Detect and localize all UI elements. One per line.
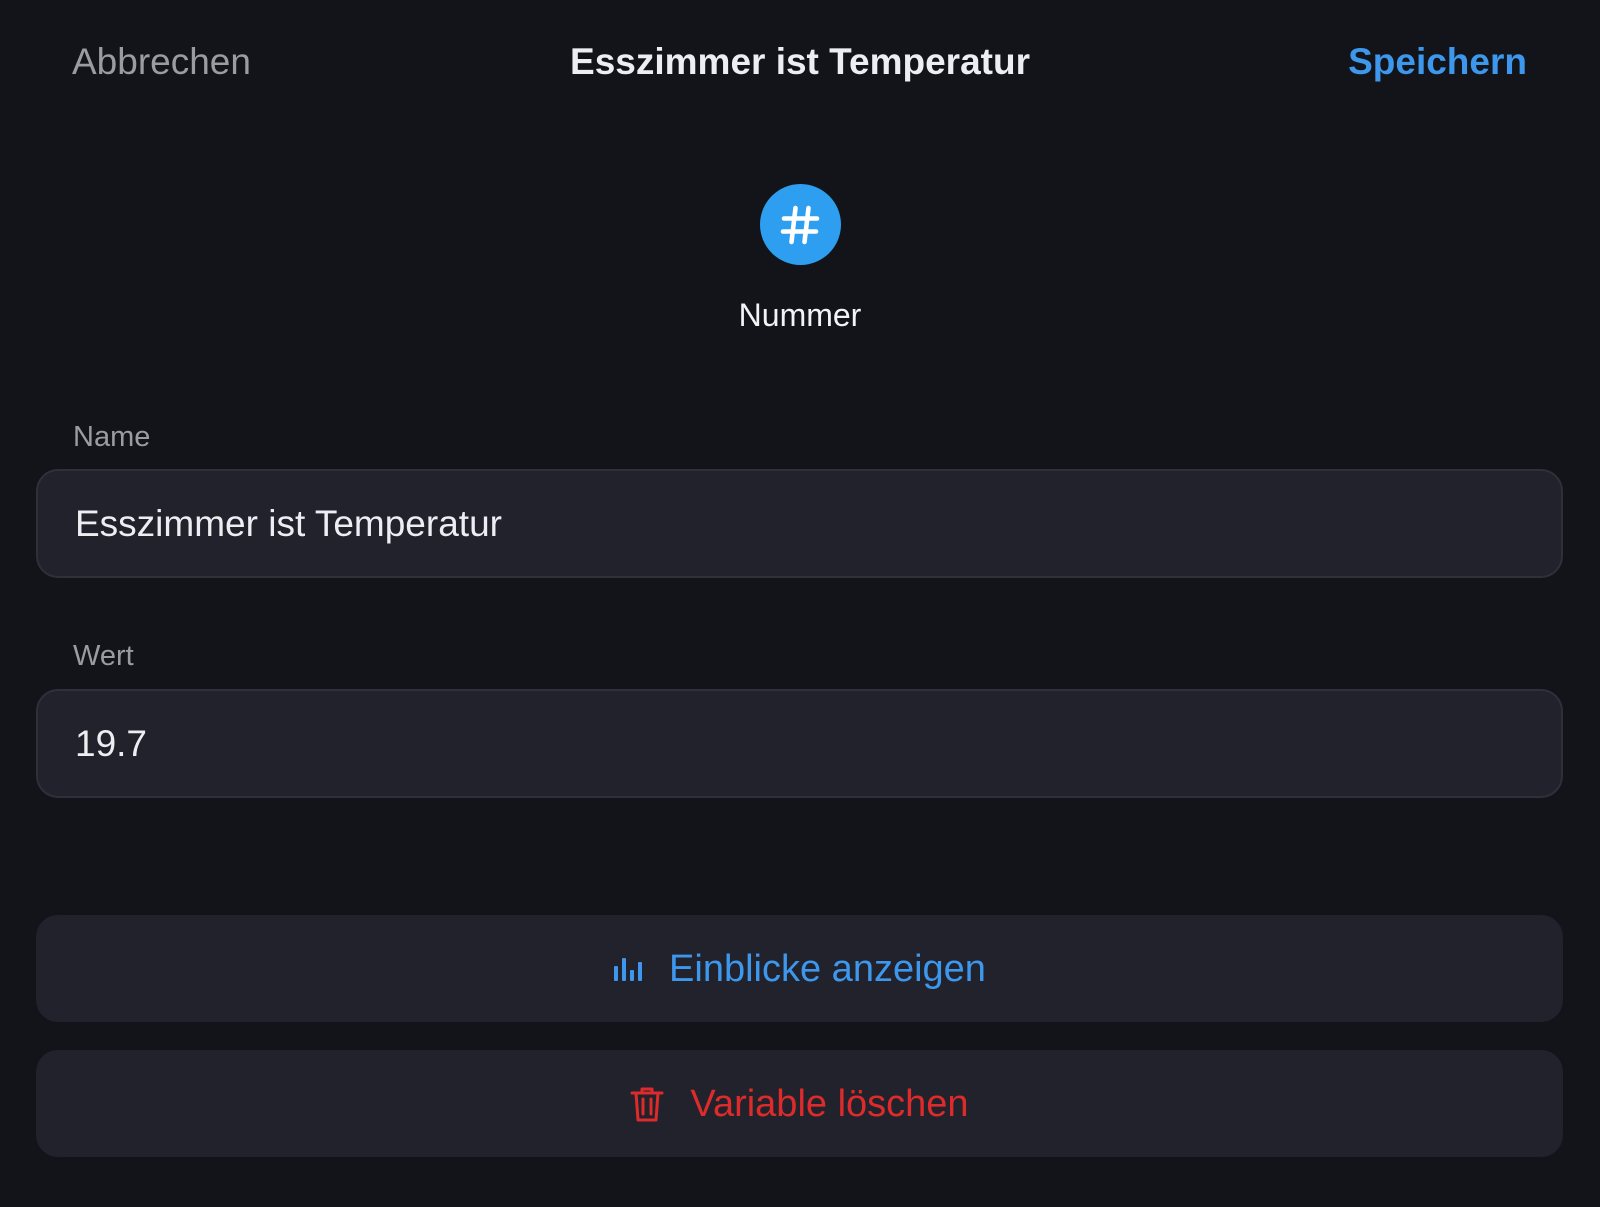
trash-icon [630, 1085, 664, 1123]
value-input[interactable] [38, 691, 1561, 796]
hash-icon [778, 203, 822, 247]
name-field-label: Name [73, 421, 151, 453]
save-button[interactable]: Speichern [1348, 40, 1527, 84]
delete-variable-label: Variable löschen [690, 1082, 969, 1125]
delete-variable-button[interactable]: Variable löschen [36, 1050, 1563, 1157]
name-field[interactable] [36, 469, 1563, 578]
show-insights-label: Einblicke anzeigen [669, 947, 986, 990]
edit-variable-screen: Abbrechen Esszimmer ist Temperatur Speic… [0, 0, 1600, 1207]
value-field-label: Wert [73, 640, 134, 672]
value-field[interactable] [36, 689, 1563, 798]
type-label: Nummer [738, 297, 862, 333]
variable-type-selector: Nummer [0, 184, 1600, 335]
bar-chart-icon [613, 955, 643, 983]
name-input[interactable] [38, 471, 1561, 576]
type-button[interactable] [759, 184, 841, 265]
show-insights-button[interactable]: Einblicke anzeigen [36, 915, 1563, 1022]
cancel-button[interactable]: Abbrechen [72, 40, 251, 84]
header-bar: Abbrechen Esszimmer ist Temperatur Speic… [0, 0, 1600, 126]
